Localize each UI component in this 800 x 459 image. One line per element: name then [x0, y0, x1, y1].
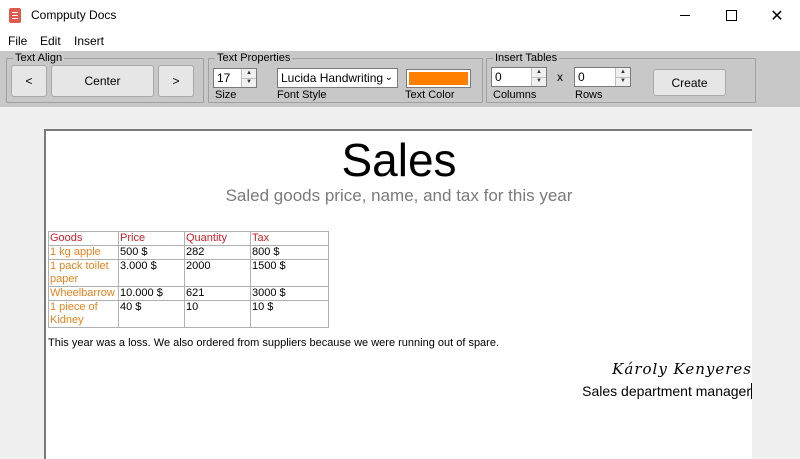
- insert-tables-group: Insert Tables 0 ▲ ▼ Columns x 0 ▲ ▼ Rows C…: [486, 51, 756, 103]
- font-size-stepper[interactable]: 17 ▲ ▼: [213, 68, 257, 88]
- table-cell[interactable]: 1 pack toilet paper: [48, 259, 119, 287]
- table-header[interactable]: Price: [118, 231, 185, 246]
- columns-value: 0: [495, 70, 502, 84]
- table-row: 1 kg apple 500 $ 282 800 $: [48, 245, 329, 260]
- table-header-row: Goods Price Quantity Tax: [48, 231, 329, 246]
- font-style-value: Lucida Handwriting: [281, 71, 384, 85]
- text-align-label: Text Align: [13, 51, 65, 65]
- close-icon: ✕: [770, 7, 784, 25]
- align-right-button[interactable]: >: [158, 65, 194, 97]
- table-cell[interactable]: 800 $: [250, 245, 329, 260]
- insert-tables-label: Insert Tables: [493, 51, 560, 65]
- table-cell[interactable]: 3000 $: [250, 286, 329, 301]
- document-page[interactable]: Sales Saled goods price, name, and tax f…: [44, 129, 752, 459]
- menu-insert[interactable]: Insert: [74, 34, 104, 48]
- table-cell[interactable]: 10 $: [250, 300, 329, 328]
- rows-stepper[interactable]: 0 ▲ ▼: [574, 67, 631, 87]
- text-color-picker[interactable]: [406, 69, 471, 88]
- signature-role-text: Sales department manager: [582, 383, 751, 399]
- menu-bar: File Edit Insert: [0, 31, 800, 51]
- text-align-group: Text Align < Center >: [6, 51, 204, 103]
- title-bar: Compputy Docs ✕: [0, 0, 800, 31]
- table-cell[interactable]: 1 kg apple: [48, 245, 119, 260]
- spin-down-icon[interactable]: ▼: [532, 77, 546, 86]
- font-style-label: Font Style: [277, 89, 327, 101]
- table-cell[interactable]: 2000: [184, 259, 251, 287]
- text-properties-label: Text Properties: [215, 51, 293, 65]
- minimize-button[interactable]: [662, 0, 708, 31]
- maximize-icon: [725, 10, 737, 21]
- table-cell[interactable]: 282: [184, 245, 251, 260]
- table-cell[interactable]: 40 $: [118, 300, 185, 328]
- table-cell[interactable]: 10.000 $: [118, 286, 185, 301]
- close-button[interactable]: ✕: [754, 0, 800, 31]
- text-cursor: [751, 383, 752, 399]
- align-center-button[interactable]: Center: [51, 65, 154, 97]
- table-row: 1 piece of Kidney 40 $ 10 10 $: [48, 300, 329, 328]
- document-icon: [9, 8, 21, 23]
- columns-spinner[interactable]: ▲ ▼: [531, 68, 546, 86]
- rows-value: 0: [578, 70, 585, 84]
- table-cell[interactable]: 500 $: [118, 245, 185, 260]
- spin-down-icon[interactable]: ▼: [616, 77, 630, 86]
- table-cell[interactable]: 1500 $: [250, 259, 329, 287]
- rows-spinner[interactable]: ▲ ▼: [615, 68, 630, 86]
- table-row: Wheelbarrow 10.000 $ 621 3000 $: [48, 286, 329, 301]
- minimize-icon: [680, 15, 690, 16]
- table-cell[interactable]: 621: [184, 286, 251, 301]
- spin-down-icon[interactable]: ▼: [242, 78, 256, 87]
- table-cell[interactable]: 3.000 $: [118, 259, 185, 287]
- menu-edit[interactable]: Edit: [40, 34, 61, 48]
- table-row: 1 pack toilet paper 3.000 $ 2000 1500 $: [48, 259, 329, 287]
- table-header[interactable]: Quantity: [184, 231, 251, 246]
- document-area: Sales Saled goods price, name, and tax f…: [0, 107, 800, 459]
- document-title[interactable]: Sales: [46, 134, 752, 186]
- toolbar: Text Align < Center > Text Properties 17…: [0, 51, 800, 107]
- table-cell[interactable]: 1 piece of Kidney: [48, 300, 119, 328]
- font-style-select[interactable]: Lucida Handwriting ⌄: [277, 68, 398, 88]
- create-table-button[interactable]: Create: [653, 69, 726, 96]
- columns-stepper[interactable]: 0 ▲ ▼: [491, 67, 547, 87]
- columns-label: Columns: [493, 89, 537, 101]
- text-color-label: Text Color: [405, 89, 455, 101]
- table-cell[interactable]: Wheelbarrow: [48, 286, 119, 301]
- size-label: Size: [215, 89, 237, 101]
- document-paragraph[interactable]: This year was a loss. We also ordered fr…: [48, 337, 499, 349]
- signature-name[interactable]: Károly Kenyeres: [612, 360, 752, 378]
- font-size-spinner[interactable]: ▲ ▼: [241, 69, 256, 87]
- maximize-button[interactable]: [708, 0, 754, 31]
- text-properties-group: Text Properties 17 ▲ ▼ Size Lucida Handwr…: [208, 51, 483, 103]
- table-header[interactable]: Goods: [48, 231, 119, 246]
- table-cell[interactable]: 10: [184, 300, 251, 328]
- font-size-value: 17: [217, 71, 231, 85]
- rows-label: Rows: [575, 89, 603, 101]
- color-swatch: [409, 72, 468, 85]
- align-left-button[interactable]: <: [11, 65, 47, 97]
- chevron-down-icon: ⌄: [384, 72, 393, 83]
- window-title: Compputy Docs: [31, 8, 117, 22]
- table-header[interactable]: Tax: [250, 231, 329, 246]
- document-subtitle[interactable]: Saled goods price, name, and tax for thi…: [46, 186, 752, 206]
- signature-role[interactable]: Sales department manager: [582, 383, 752, 399]
- sales-table[interactable]: Goods Price Quantity Tax 1 kg apple 500 …: [48, 231, 329, 328]
- menu-file[interactable]: File: [8, 34, 27, 48]
- times-label: x: [557, 70, 563, 84]
